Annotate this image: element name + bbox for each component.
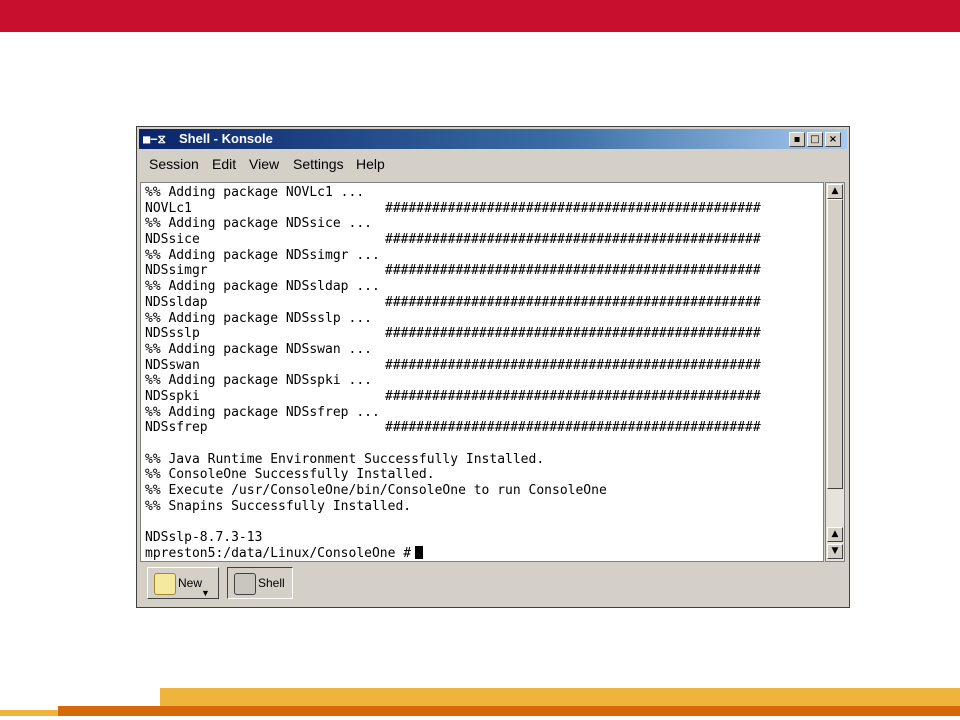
top-red-band xyxy=(0,0,960,32)
progress-hashes: ########################################… xyxy=(385,326,761,342)
menu-session[interactable]: Session xyxy=(149,155,199,173)
progress-hashes: ########################################… xyxy=(385,420,761,436)
terminal-line-text: %% Adding package NDSsice ... xyxy=(145,216,372,232)
chevron-down-icon[interactable]: ▼ xyxy=(201,588,210,598)
terminal-line: NDSspki #################################… xyxy=(145,389,821,405)
shell-icon xyxy=(234,573,256,595)
terminal-line-text: NDSsldap xyxy=(145,294,208,310)
terminal-line: NDSslp-8.7.3-13 xyxy=(145,530,821,546)
shell-prompt: mpreston5:/data/Linux/ConsoleOne # xyxy=(145,545,412,561)
title-bar[interactable]: ■−⧖ Shell - Konsole ▪ □ × xyxy=(139,129,847,149)
progress-hashes: ########################################… xyxy=(385,200,761,216)
menu-settings[interactable]: Settings xyxy=(293,155,344,173)
new-session-icon xyxy=(154,573,176,595)
terminal-line-text: %% Adding package NDSsimgr ... xyxy=(145,247,380,263)
scroll-up-top-button[interactable]: ▲ xyxy=(827,184,843,199)
terminal-line: %% Execute /usr/ConsoleOne/bin/ConsoleOn… xyxy=(145,483,821,499)
scrollbar-thumb[interactable] xyxy=(827,199,843,489)
menu-help[interactable]: Help xyxy=(356,155,385,173)
scroll-up-button[interactable]: ▲ xyxy=(827,527,843,542)
terminal-line-text: NDSslp-8.7.3-13 xyxy=(145,530,263,546)
maximize-button[interactable]: □ xyxy=(807,132,823,147)
terminal-line: %% Adding package NDSsslp ... xyxy=(145,311,821,327)
bottom-orange-band xyxy=(58,706,960,716)
close-button[interactable]: × xyxy=(825,132,841,147)
terminal-line-text: NDSsice xyxy=(145,232,200,248)
terminal-line: %% Adding package NOVLc1 ... xyxy=(145,185,821,201)
terminal-line: NDSsldap ################################… xyxy=(145,295,821,311)
terminal-line: NDSsimgr ################################… xyxy=(145,263,821,279)
progress-hashes: ########################################… xyxy=(385,357,761,373)
terminal-line: %% Java Runtime Environment Successfully… xyxy=(145,452,821,468)
terminal-lines: %% Adding package NOVLc1 ... NOVLc1 ######… xyxy=(145,185,821,561)
terminal-line-text: %% Java Runtime Environment Successfully… xyxy=(145,451,545,467)
text-cursor xyxy=(415,545,424,559)
konsole-window: ■−⧖ Shell - Konsole ▪ □ × Session Edit V… xyxy=(136,126,850,608)
terminal-line-text: NOVLc1 xyxy=(145,200,192,216)
terminal-line-text: %% Adding package NDSspki ... xyxy=(145,373,372,389)
new-session-label: New xyxy=(178,576,203,590)
terminal-line: %% Adding package NDSsimgr ... xyxy=(145,248,821,264)
prompt-line[interactable]: mpreston5:/data/Linux/ConsoleOne # xyxy=(145,545,821,561)
terminal-scrollbar[interactable]: ▲ ▲ ▼ xyxy=(825,182,845,562)
terminal-line: NDSsslp #################################… xyxy=(145,326,821,342)
progress-hashes: ########################################… xyxy=(385,232,761,248)
minimize-button[interactable]: ▪ xyxy=(789,132,805,147)
terminal-line-text: NDSspki xyxy=(145,388,200,404)
terminal-line-text: %% Adding package NDSswan ... xyxy=(145,341,372,357)
terminal-line: %% Snapins Successfully Installed. xyxy=(145,499,821,515)
window-title: Shell - Konsole xyxy=(179,131,273,146)
terminal-line: NDSsice #################################… xyxy=(145,232,821,248)
menu-view[interactable]: View xyxy=(249,155,279,173)
terminal-line: %% Adding package NDSsfrep ... xyxy=(145,405,821,421)
terminal-line: NDSsfrep ################################… xyxy=(145,420,821,436)
terminal-line-text: %% Adding package NDSsldap ... xyxy=(145,279,380,295)
scroll-down-button[interactable]: ▼ xyxy=(827,544,843,559)
menu-bar: Session Edit View Settings Help xyxy=(139,151,847,177)
bottom-yellow-tick xyxy=(0,710,58,716)
terminal-line-text: NDSsimgr xyxy=(145,263,208,279)
terminal-line: %% ConsoleOne Successfully Installed. xyxy=(145,467,821,483)
menu-edit[interactable]: Edit xyxy=(212,155,236,173)
terminal-line: NDSswan #################################… xyxy=(145,358,821,374)
terminal-line-text: %% ConsoleOne Successfully Installed. xyxy=(145,467,435,483)
window-menu-icon[interactable]: ■−⧖ xyxy=(143,132,173,146)
progress-hashes: ########################################… xyxy=(385,388,761,404)
terminal-line-text: NDSsslp xyxy=(145,326,200,342)
terminal-line: %% Adding package NDSsice ... xyxy=(145,216,821,232)
terminal-line-text: %% Adding package NDSsslp ... xyxy=(145,310,372,326)
new-session-button[interactable]: New ▼ xyxy=(147,567,219,599)
terminal-line: %% Adding package NDSswan ... xyxy=(145,342,821,358)
terminal-line-text: NDSswan xyxy=(145,357,200,373)
progress-hashes: ########################################… xyxy=(385,263,761,279)
terminal-line-text: %% Execute /usr/ConsoleOne/bin/ConsoleOn… xyxy=(145,483,607,499)
progress-hashes: ########################################… xyxy=(385,294,761,310)
terminal-line-text: NDSsfrep xyxy=(145,420,208,436)
terminal-line: %% Adding package NDSsldap ... xyxy=(145,279,821,295)
terminal-line-text: %% Adding package NOVLc1 ... xyxy=(145,185,365,200)
terminal-output[interactable]: %% Adding package NOVLc1 ... NOVLc1 ######… xyxy=(140,182,824,562)
tab-shell[interactable]: Shell xyxy=(227,567,293,599)
bottom-yellow-band xyxy=(160,688,960,706)
terminal-line: NOVLc1 ##################################… xyxy=(145,201,821,217)
session-tab-bar: New ▼ Shell xyxy=(139,565,847,605)
terminal-line: %% Adding package NDSspki ... xyxy=(145,373,821,389)
tab-shell-label: Shell xyxy=(258,576,285,590)
terminal-line-text: %% Adding package NDSsfrep ... xyxy=(145,404,380,420)
terminal-line-text: %% Snapins Successfully Installed. xyxy=(145,498,412,514)
